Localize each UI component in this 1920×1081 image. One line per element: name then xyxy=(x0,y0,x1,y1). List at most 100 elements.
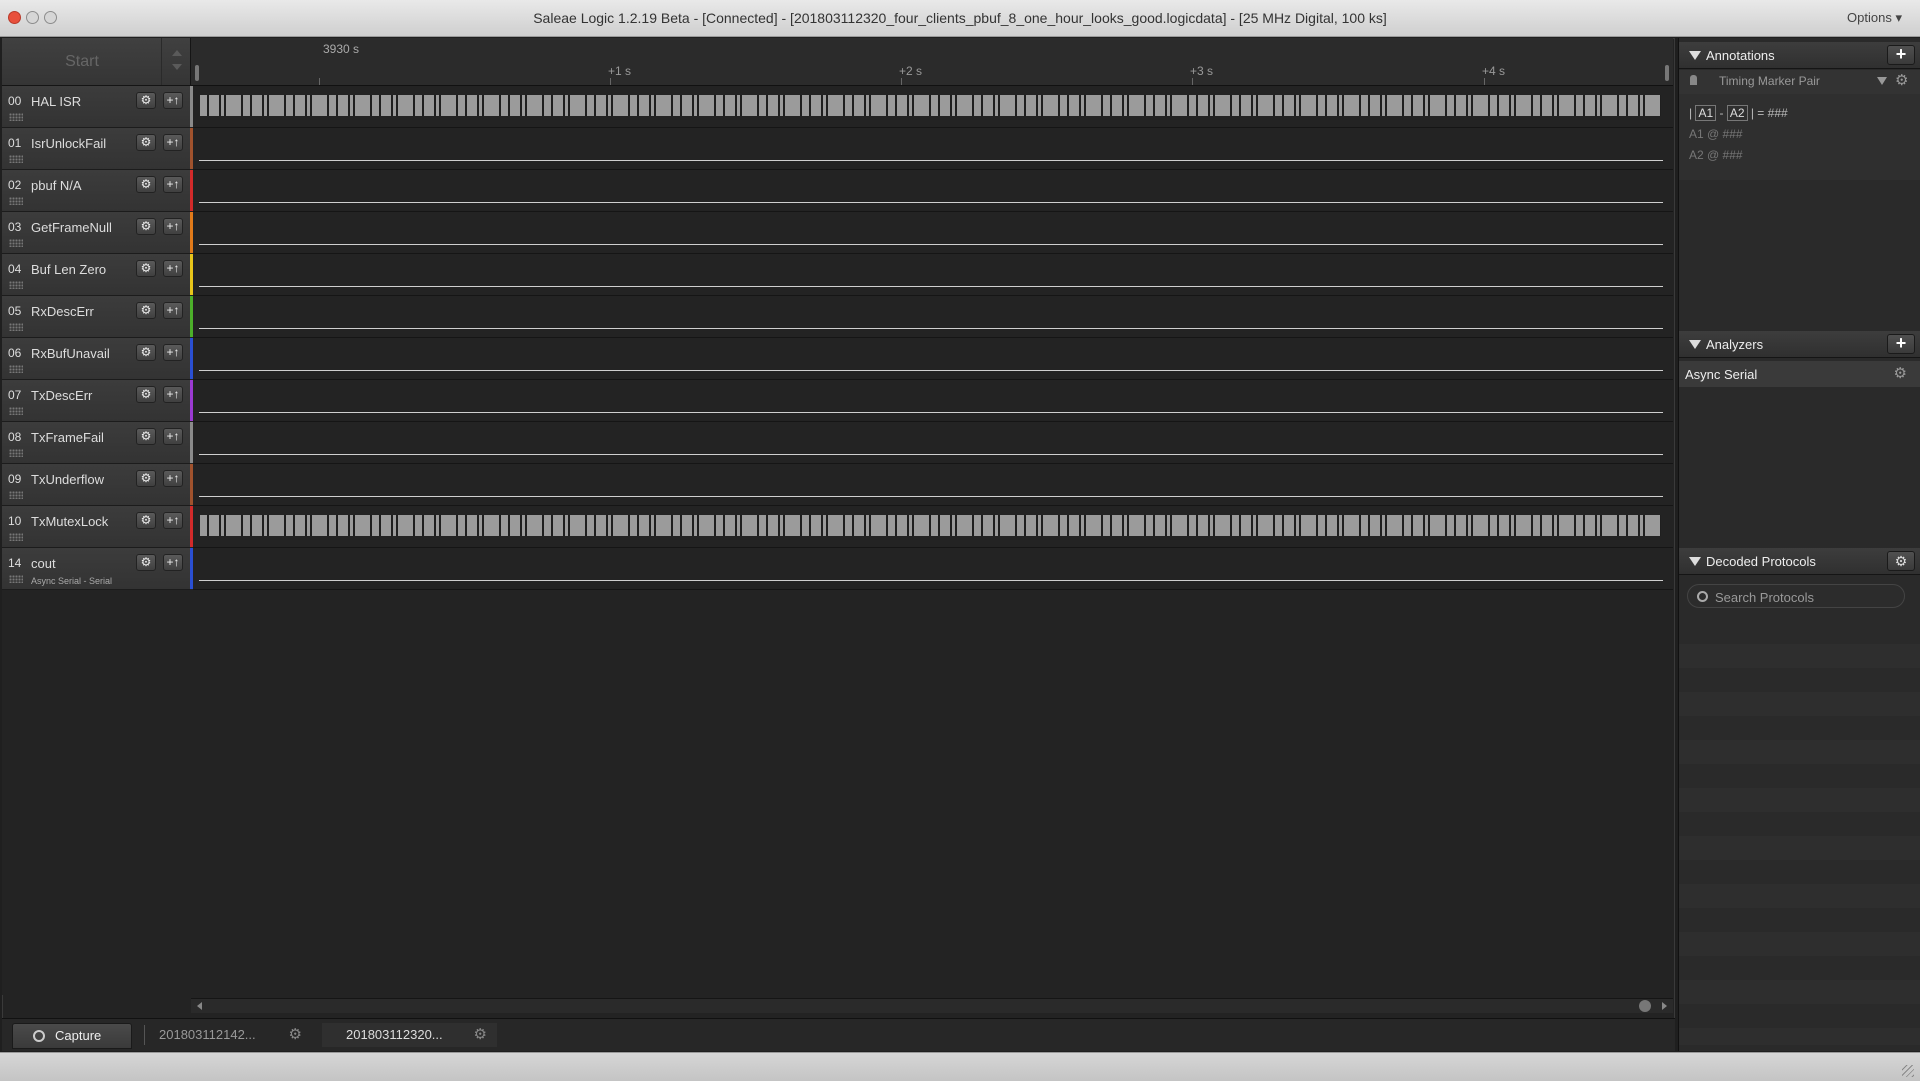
collapse-icon[interactable] xyxy=(1689,557,1701,566)
channel-settings-button[interactable]: ⚙ xyxy=(136,512,156,529)
channel-waveform[interactable] xyxy=(193,212,1673,254)
channel-row[interactable]: 07 TxDescErr ⚙ +↑ xyxy=(2,380,1673,422)
channel-name[interactable]: TxFrameFail xyxy=(31,430,104,445)
resize-grip-icon[interactable] xyxy=(1902,1065,1914,1077)
drag-handle-icon[interactable] xyxy=(9,449,23,457)
channel-settings-button[interactable]: ⚙ xyxy=(136,470,156,487)
channel-settings-button[interactable]: ⚙ xyxy=(136,386,156,403)
gear-icon[interactable]: ⚙ xyxy=(474,1023,487,1047)
channel-name[interactable]: IsrUnlockFail xyxy=(31,136,106,151)
channel-trigger-button[interactable]: +↑ xyxy=(163,428,183,445)
channel-row[interactable]: 01 IsrUnlockFail ⚙ +↑ xyxy=(2,128,1673,170)
channel-waveform[interactable] xyxy=(193,170,1673,212)
channel-waveform[interactable] xyxy=(193,380,1673,422)
channel-row[interactable]: 04 Buf Len Zero ⚙ +↑ xyxy=(2,254,1673,296)
scroll-right-icon[interactable] xyxy=(1662,1002,1667,1010)
channel-settings-button[interactable]: ⚙ xyxy=(136,260,156,277)
channel-name[interactable]: pbuf N/A xyxy=(31,178,82,193)
channel-label[interactable]: 00 HAL ISR ⚙ +↑ xyxy=(2,86,190,128)
channel-settings-button[interactable]: ⚙ xyxy=(136,218,156,235)
channel-trigger-button[interactable]: +↑ xyxy=(163,386,183,403)
channel-name[interactable]: RxDescErr xyxy=(31,304,94,319)
drag-handle-icon[interactable] xyxy=(9,239,23,247)
options-menu-button[interactable]: Options ▾ xyxy=(1847,10,1902,26)
channel-settings-button[interactable]: ⚙ xyxy=(136,344,156,361)
annotations-header[interactable]: Annotations + xyxy=(1679,42,1920,69)
scroll-thumb[interactable] xyxy=(1639,1000,1651,1012)
channel-waveform[interactable] xyxy=(193,86,1673,128)
drag-handle-icon[interactable] xyxy=(9,113,23,121)
channel-label[interactable]: 01 IsrUnlockFail ⚙ +↑ xyxy=(2,128,190,170)
channel-waveform[interactable] xyxy=(193,464,1673,506)
channel-waveform[interactable] xyxy=(193,128,1673,170)
channel-settings-button[interactable]: ⚙ xyxy=(136,92,156,109)
collapse-icon[interactable] xyxy=(1689,340,1701,349)
analyzers-header[interactable]: Analyzers + xyxy=(1679,331,1920,358)
channel-label[interactable]: 14 cout Async Serial - Serial ⚙ +↑ xyxy=(2,548,190,590)
channel-name[interactable]: TxDescErr xyxy=(31,388,92,403)
protocol-search[interactable] xyxy=(1687,584,1905,608)
channel-trigger-button[interactable]: +↑ xyxy=(163,218,183,235)
channel-trigger-button[interactable]: +↑ xyxy=(163,344,183,361)
channel-label[interactable]: 10 TxMutexLock ⚙ +↑ xyxy=(2,506,190,548)
gear-icon[interactable]: ⚙ xyxy=(1894,364,1907,382)
horizontal-scrollbar[interactable] xyxy=(191,998,1673,1013)
decoded-protocols-header[interactable]: Decoded Protocols ⚙ xyxy=(1679,548,1920,575)
channel-name[interactable]: HAL ISR xyxy=(31,94,81,109)
ruler-right-handle[interactable] xyxy=(1665,65,1669,81)
channel-label[interactable]: 06 RxBufUnavail ⚙ +↑ xyxy=(2,338,190,380)
channel-row[interactable]: 06 RxBufUnavail ⚙ +↑ xyxy=(2,338,1673,380)
channel-name[interactable]: TxUnderflow xyxy=(31,472,104,487)
channel-label[interactable]: 03 GetFrameNull ⚙ +↑ xyxy=(2,212,190,254)
gear-icon[interactable]: ⚙ xyxy=(1895,71,1908,89)
ruler-left-handle[interactable] xyxy=(195,65,199,81)
channel-row[interactable]: 14 cout Async Serial - Serial ⚙ +↑ xyxy=(2,548,1673,590)
channel-waveform[interactable] xyxy=(193,422,1673,464)
timing-marker-pair-row[interactable]: Timing Marker Pair ⚙ xyxy=(1679,70,1920,94)
tab-capture-file-1[interactable]: 201803112142... ⚙ xyxy=(137,1023,312,1047)
channel-trigger-button[interactable]: +↑ xyxy=(163,92,183,109)
search-protocols-input[interactable] xyxy=(1713,587,1897,607)
drag-handle-icon[interactable] xyxy=(9,155,23,163)
channel-trigger-button[interactable]: +↑ xyxy=(163,470,183,487)
channel-waveform[interactable] xyxy=(193,296,1673,338)
channel-trigger-button[interactable]: +↑ xyxy=(163,176,183,193)
drag-handle-icon[interactable] xyxy=(9,491,23,499)
channel-label[interactable]: 08 TxFrameFail ⚙ +↑ xyxy=(2,422,190,464)
add-analyzer-button[interactable]: + xyxy=(1887,334,1915,354)
dropdown-icon[interactable] xyxy=(1877,77,1887,85)
channel-settings-button[interactable]: ⚙ xyxy=(136,302,156,319)
channel-name[interactable]: Buf Len Zero xyxy=(31,262,106,277)
channel-label[interactable]: 04 Buf Len Zero ⚙ +↑ xyxy=(2,254,190,296)
channel-row[interactable]: 10 TxMutexLock ⚙ +↑ xyxy=(2,506,1673,548)
channel-row[interactable]: 09 TxUnderflow ⚙ +↑ xyxy=(2,464,1673,506)
channel-trigger-button[interactable]: +↑ xyxy=(163,512,183,529)
spin-up-icon[interactable] xyxy=(172,50,182,56)
channel-name[interactable]: TxMutexLock xyxy=(31,514,108,529)
channel-settings-button[interactable]: ⚙ xyxy=(136,428,156,445)
analyzer-item-async-serial[interactable]: Async Serial ⚙ xyxy=(1679,361,1920,387)
start-spinner[interactable] xyxy=(161,38,190,85)
channel-label[interactable]: 02 pbuf N/A ⚙ +↑ xyxy=(2,170,190,212)
channel-waveform[interactable] xyxy=(193,548,1673,590)
drag-handle-icon[interactable] xyxy=(9,365,23,373)
channel-label[interactable]: 05 RxDescErr ⚙ +↑ xyxy=(2,296,190,338)
channel-row[interactable]: 00 HAL ISR ⚙ +↑ xyxy=(2,86,1673,128)
channel-waveform[interactable] xyxy=(193,338,1673,380)
spin-down-icon[interactable] xyxy=(172,64,182,70)
channel-name[interactable]: GetFrameNull xyxy=(31,220,112,235)
drag-handle-icon[interactable] xyxy=(9,533,23,541)
start-capture-button[interactable]: Start xyxy=(2,38,191,86)
channel-label[interactable]: 07 TxDescErr ⚙ +↑ xyxy=(2,380,190,422)
channel-name[interactable]: cout xyxy=(31,556,56,571)
channel-row[interactable]: 02 pbuf N/A ⚙ +↑ xyxy=(2,170,1673,212)
channel-trigger-button[interactable]: +↑ xyxy=(163,302,183,319)
channel-label[interactable]: 09 TxUnderflow ⚙ +↑ xyxy=(2,464,190,506)
time-ruler[interactable]: 3930 s +1 s +2 s +3 s +4 s xyxy=(191,38,1673,86)
collapse-icon[interactable] xyxy=(1689,51,1701,60)
channel-waveform[interactable] xyxy=(193,506,1673,548)
drag-handle-icon[interactable] xyxy=(9,407,23,415)
channel-settings-button[interactable]: ⚙ xyxy=(136,134,156,151)
channel-row[interactable]: 05 RxDescErr ⚙ +↑ xyxy=(2,296,1673,338)
channel-row[interactable]: 03 GetFrameNull ⚙ +↑ xyxy=(2,212,1673,254)
